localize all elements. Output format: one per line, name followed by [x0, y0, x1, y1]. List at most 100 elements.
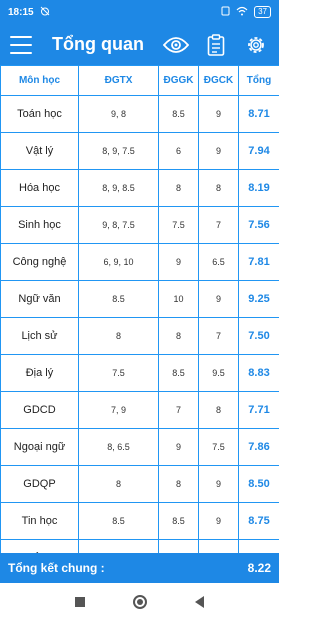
- subject-cell: GDCD: [0, 391, 79, 429]
- dgck-cell: 8: [198, 391, 239, 429]
- total-cell: 8.71: [238, 95, 279, 133]
- subject-cell: Toán học: [0, 95, 79, 133]
- sim-icon: [221, 6, 230, 19]
- dggk-cell: 8: [158, 169, 199, 207]
- total-cell: 7.86: [238, 428, 279, 466]
- total-cell: 7.81: [238, 243, 279, 281]
- subject-cell: Thể dục: [0, 539, 79, 553]
- dggk-cell: 7.5: [158, 206, 199, 244]
- dgck-cell: 9: [198, 502, 239, 540]
- total-cell: 7.71: [238, 391, 279, 429]
- battery-icon: 37: [254, 6, 271, 18]
- subject-cell: GDQP: [0, 465, 79, 503]
- dgtx-cell: 8.5: [78, 280, 159, 318]
- dgtx-cell: 7, 9: [78, 391, 159, 429]
- table-row[interactable]: GDQP 8 8 9 8.50: [0, 465, 279, 503]
- clipboard-icon[interactable]: [203, 32, 229, 58]
- dgck-cell: CĐ: [198, 539, 239, 553]
- table-row[interactable]: Hóa học 8, 9, 8.5 8 8 8.19: [0, 169, 279, 207]
- table-row[interactable]: Công nghệ 6, 9, 10 9 6.5 7.81: [0, 243, 279, 281]
- total-cell: 8.83: [238, 354, 279, 392]
- total-cell: CĐ: [238, 539, 279, 553]
- dgtx-cell: 8: [78, 465, 159, 503]
- grades-table: Môn học ĐGTX ĐGGK ĐGCK Tổng Toán học 9, 8…: [0, 65, 279, 553]
- dggk-cell: 6: [158, 132, 199, 170]
- dggk-cell: Đ: [158, 539, 199, 553]
- subject-cell: Hóa học: [0, 169, 79, 207]
- table-row[interactable]: Tin học 8.5 8.5 9 8.75: [0, 502, 279, 540]
- status-time: 18:15: [8, 6, 34, 18]
- dggk-cell: 9: [158, 428, 199, 466]
- table-row[interactable]: Sinh học 9, 8, 7.5 7.5 7 7.56: [0, 206, 279, 244]
- header-total: Tổng: [238, 65, 279, 96]
- dggk-cell: 9: [158, 243, 199, 281]
- dggk-cell: 8: [158, 465, 199, 503]
- eye-icon[interactable]: [163, 32, 189, 58]
- dgtx-cell: 8.5: [78, 502, 159, 540]
- total-cell: 7.50: [238, 317, 279, 355]
- dgck-cell: 6.5: [198, 243, 239, 281]
- header-subject: Môn học: [0, 65, 79, 96]
- total-cell: 7.94: [238, 132, 279, 170]
- table-row[interactable]: Toán học 9, 8 8.5 9 8.71: [0, 95, 279, 133]
- dgtx-cell: 9, 8: [78, 95, 159, 133]
- table-row[interactable]: Lịch sử 8 8 7 7.50: [0, 317, 279, 355]
- subject-cell: Ngoại ngữ: [0, 428, 79, 466]
- dggk-cell: 8.5: [158, 502, 199, 540]
- summary-bar: Tổng kết chung : 8.22: [0, 553, 279, 583]
- table-row[interactable]: GDCD 7, 9 7 8 7.71: [0, 391, 279, 429]
- subject-cell: Ngữ văn: [0, 280, 79, 318]
- header-dggk: ĐGGK: [158, 65, 199, 96]
- table-row[interactable]: Ngữ văn 8.5 10 9 9.25: [0, 280, 279, 318]
- dgck-cell: 8: [198, 169, 239, 207]
- dggk-cell: 10: [158, 280, 199, 318]
- total-cell: 8.19: [238, 169, 279, 207]
- summary-value: 8.22: [247, 561, 271, 575]
- dgtx-cell: 8, 9, 8.5: [78, 169, 159, 207]
- grades-table-container[interactable]: Môn học ĐGTX ĐGGK ĐGCK Tổng Toán học 9, 8…: [0, 65, 279, 553]
- status-bar: 18:15 37: [0, 0, 279, 24]
- dgck-cell: 9: [198, 95, 239, 133]
- subject-cell: Công nghệ: [0, 243, 79, 281]
- table-row[interactable]: Ngoại ngữ 8, 6.5 9 7.5 7.86: [0, 428, 279, 466]
- dgck-cell: 9: [198, 465, 239, 503]
- total-cell: 9.25: [238, 280, 279, 318]
- dggk-cell: 7: [158, 391, 199, 429]
- dgtx-cell: 6, 9, 10: [78, 243, 159, 281]
- recent-apps-icon[interactable]: [75, 596, 85, 607]
- total-cell: 7.56: [238, 206, 279, 244]
- table-header-row: Môn học ĐGTX ĐGGK ĐGCK Tổng: [0, 65, 279, 96]
- dgck-cell: 7: [198, 206, 239, 244]
- subject-cell: Vật lý: [0, 132, 79, 170]
- header-dgck: ĐGCK: [198, 65, 239, 96]
- dgtx-cell: 8: [78, 317, 159, 355]
- dggk-cell: 8.5: [158, 354, 199, 392]
- table-row[interactable]: Vật lý 8, 9, 7.5 6 9 7.94: [0, 132, 279, 170]
- subject-cell: Địa lý: [0, 354, 79, 392]
- summary-label: Tổng kết chung :: [8, 561, 105, 575]
- dgtx-cell: 8, 6.5: [78, 428, 159, 466]
- subject-cell: Lịch sử: [0, 317, 79, 355]
- dgck-cell: 9.5: [198, 354, 239, 392]
- menu-icon[interactable]: [10, 35, 32, 54]
- dgck-cell: 7: [198, 317, 239, 355]
- system-nav-bar: [0, 583, 279, 620]
- back-icon[interactable]: [195, 595, 204, 608]
- subject-cell: Tin học: [0, 502, 79, 540]
- dgck-cell: 9: [198, 132, 239, 170]
- alarm-off-icon: [40, 6, 50, 19]
- dgtx-cell: Đ: [78, 539, 159, 553]
- wifi-icon: [236, 6, 248, 19]
- header-dgtx: ĐGTX: [78, 65, 159, 96]
- table-row[interactable]: Địa lý 7.5 8.5 9.5 8.83: [0, 354, 279, 392]
- dggk-cell: 8.5: [158, 95, 199, 133]
- dgck-cell: 7.5: [198, 428, 239, 466]
- subject-cell: Sinh học: [0, 206, 79, 244]
- home-icon[interactable]: [133, 594, 147, 609]
- gear-icon[interactable]: [243, 32, 269, 58]
- total-cell: 8.50: [238, 465, 279, 503]
- table-row[interactable]: Thể dụcĐĐCĐCĐ: [0, 539, 279, 553]
- page-title: Tổng quan: [52, 34, 144, 54]
- total-cell: 8.75: [238, 502, 279, 540]
- dgck-cell: 9: [198, 280, 239, 318]
